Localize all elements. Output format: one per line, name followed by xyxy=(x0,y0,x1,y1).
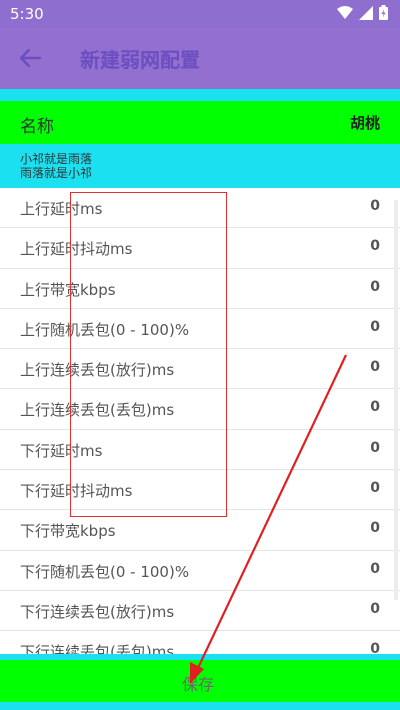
status-time: 5:30 xyxy=(10,5,44,23)
param-row-uplink-burst-pass[interactable]: 上行连续丢包(放行)ms 0 xyxy=(0,349,400,390)
param-value[interactable]: 0 xyxy=(370,520,380,536)
param-value[interactable]: 0 xyxy=(370,399,380,415)
param-value[interactable]: 0 xyxy=(370,238,380,254)
param-row-downlink-delay[interactable]: 下行延时ms 0 xyxy=(0,430,400,471)
param-row-uplink-burst-drop[interactable]: 上行连续丢包(丢包)ms 0 xyxy=(0,389,400,430)
bottom-band xyxy=(0,702,400,710)
save-button-label: 保存 xyxy=(182,675,215,694)
param-value[interactable]: 0 xyxy=(370,601,380,617)
name-value[interactable]: 胡桃 xyxy=(350,112,380,133)
back-arrow-icon[interactable] xyxy=(16,46,44,70)
param-label: 上行随机丢包(0 - 100)% xyxy=(20,320,190,339)
signal-icon xyxy=(359,5,373,20)
param-label: 下行随机丢包(0 - 100)% xyxy=(20,562,190,581)
param-label: 上行带宽kbps xyxy=(20,280,116,299)
description-block[interactable]: 小祁就是雨落 雨落就是小祁 xyxy=(0,144,400,188)
param-label: 上行连续丢包(丢包)ms xyxy=(20,401,175,420)
divider-band xyxy=(0,89,400,101)
param-list[interactable]: 上行延时ms 0 上行延时抖动ms 0 上行带宽kbps 0 上行随机丢包(0 - 1… xyxy=(0,188,400,654)
status-icons xyxy=(337,5,388,20)
param-label: 下行连续丢包(放行)ms xyxy=(20,602,175,621)
param-label: 下行连续丢包(丢包)ms xyxy=(20,643,175,654)
battery-icon xyxy=(379,5,388,20)
param-value[interactable]: 0 xyxy=(370,279,380,295)
param-value[interactable]: 0 xyxy=(370,359,380,375)
param-label: 下行延时抖动ms xyxy=(20,482,133,501)
wifi-icon xyxy=(337,5,353,19)
status-bar: 5:30 xyxy=(0,0,400,28)
param-label: 下行带宽kbps xyxy=(20,522,116,541)
param-row-uplink-delay[interactable]: 上行延时ms 0 xyxy=(0,188,400,229)
app-bar: 新建弱网配置 xyxy=(0,28,400,89)
param-row-downlink-bandwidth[interactable]: 下行带宽kbps 0 xyxy=(0,510,400,551)
param-label: 上行延时ms xyxy=(20,200,103,218)
name-label: 名称 xyxy=(20,117,54,137)
param-value[interactable]: 0 xyxy=(370,198,380,214)
page-title: 新建弱网配置 xyxy=(80,48,200,72)
param-row-downlink-random-loss[interactable]: 下行随机丢包(0 - 100)% 0 xyxy=(0,551,400,591)
param-value[interactable]: 0 xyxy=(370,480,380,496)
name-row[interactable]: 名称 胡桃 xyxy=(0,101,400,144)
param-value[interactable]: 0 xyxy=(370,319,380,335)
param-row-downlink-burst-pass[interactable]: 下行连续丢包(放行)ms 0 xyxy=(0,591,400,632)
param-label: 下行延时ms xyxy=(20,441,103,460)
scrollbar[interactable] xyxy=(394,200,398,600)
param-label: 上行延时抖动ms xyxy=(20,240,133,259)
description-line-2: 雨落就是小祁 xyxy=(20,166,93,180)
param-label: 上行连续丢包(放行)ms xyxy=(20,361,175,380)
param-row-downlink-burst-drop[interactable]: 下行连续丢包(丢包)ms 0 xyxy=(0,631,400,654)
param-row-downlink-jitter[interactable]: 下行延时抖动ms 0 xyxy=(0,470,400,511)
param-value[interactable]: 0 xyxy=(370,641,380,654)
save-button[interactable]: 保存 xyxy=(0,660,400,702)
param-value[interactable]: 0 xyxy=(370,440,380,456)
param-row-uplink-jitter[interactable]: 上行延时抖动ms 0 xyxy=(0,228,400,269)
param-value[interactable]: 0 xyxy=(370,561,380,577)
param-row-uplink-random-loss[interactable]: 上行随机丢包(0 - 100)% 0 xyxy=(0,309,400,350)
param-row-uplink-bandwidth[interactable]: 上行带宽kbps 0 xyxy=(0,269,400,309)
